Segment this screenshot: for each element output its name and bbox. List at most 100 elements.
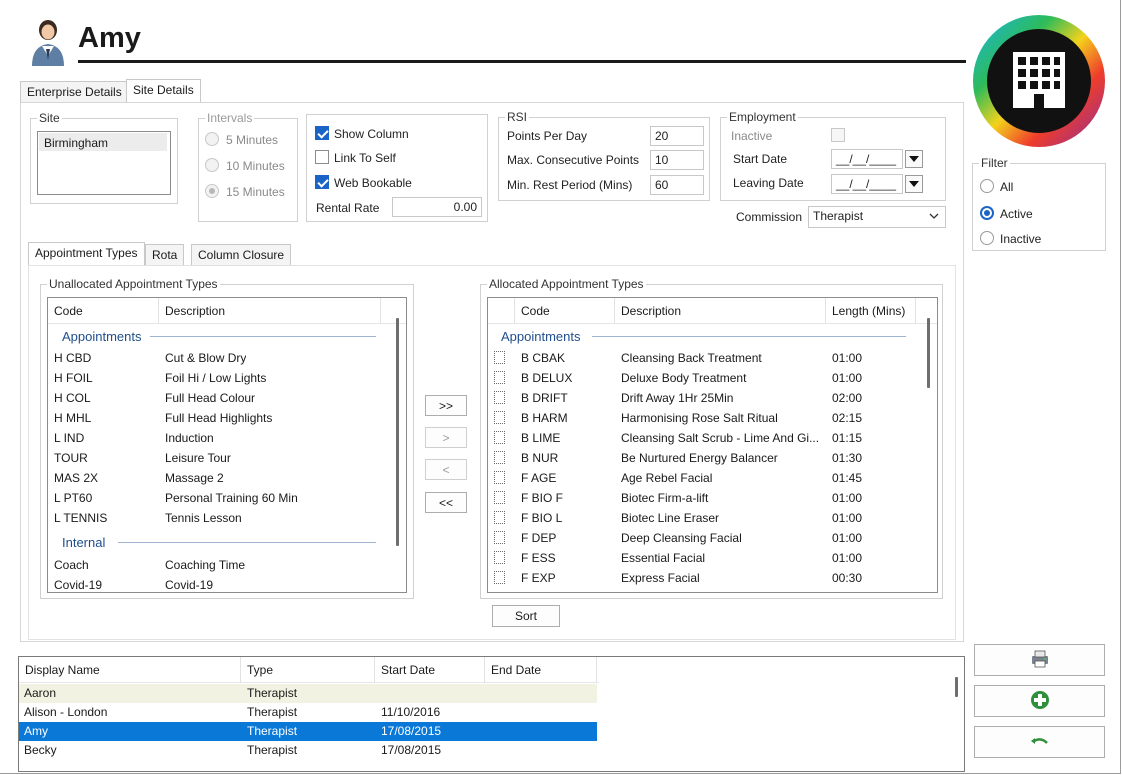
row-description: Personal Training 60 Min [165, 491, 298, 505]
row-length: 01:45 [832, 471, 863, 485]
group-divider [592, 336, 906, 337]
undo-button[interactable] [974, 726, 1105, 758]
filter-inactive-radio[interactable] [980, 231, 994, 245]
rsi-legend: RSI [505, 110, 530, 124]
add-button[interactable] [974, 685, 1105, 717]
row-description: Age Rebel Facial [621, 471, 713, 485]
unallocate-one-button[interactable]: < [425, 459, 467, 480]
tab-appointment-types[interactable]: Appointment Types [28, 242, 145, 266]
row-checkbox[interactable] [494, 451, 505, 464]
unallocated-scrollbar[interactable] [396, 318, 399, 546]
rsi-group: RSI Points Per Day 20 Max. Consecutive P… [498, 110, 710, 201]
commission-select[interactable]: Therapist [808, 206, 946, 228]
interval-10-radio[interactable] [205, 158, 219, 172]
allocated-scrollbar[interactable] [927, 318, 930, 388]
allocated-list[interactable]: Code Description Length (Mins) Appointme… [487, 297, 938, 593]
show-column-label: Show Column [334, 127, 409, 141]
staff-col-end-date[interactable]: End Date [485, 657, 597, 683]
row-checkbox[interactable] [494, 551, 505, 564]
site-list[interactable]: Birmingham [37, 131, 171, 195]
site-list-item-label: Birmingham [44, 136, 109, 150]
row-code: F AGE [521, 471, 557, 485]
row-checkbox[interactable] [494, 471, 505, 484]
start-date-input[interactable]: __/__/____ [831, 149, 903, 169]
table-row[interactable]: Alison - London Therapist 11/10/2016 [19, 703, 597, 722]
group-title-appointments: Appointments [501, 329, 581, 344]
row-checkbox[interactable] [494, 571, 505, 584]
allocate-all-button[interactable]: >> [425, 395, 467, 416]
row-checkbox[interactable] [494, 411, 505, 424]
interval-5-radio[interactable] [205, 132, 219, 146]
employment-legend: Employment [727, 110, 798, 124]
cell-type: Therapist [247, 686, 298, 700]
row-code: L PT60 [54, 491, 93, 505]
start-date-dropdown-icon[interactable] [905, 150, 923, 168]
inactive-label: Inactive [731, 129, 773, 143]
row-description: Leisure Tour [165, 451, 231, 465]
allocated-col-code[interactable]: Code [515, 298, 615, 324]
tab-enterprise-details[interactable]: Enterprise Details [20, 81, 129, 103]
row-checkbox[interactable] [494, 491, 505, 504]
staff-grid-scrollbar[interactable] [955, 677, 958, 697]
rental-rate-input[interactable]: 0.00 [392, 197, 482, 217]
leaving-date-input[interactable]: __/__/____ [831, 174, 903, 194]
leaving-date-dropdown-icon[interactable] [905, 175, 923, 193]
points-per-day-input[interactable]: 20 [650, 126, 704, 146]
cell-end-date [486, 722, 491, 741]
cell-display-name: Amy [24, 724, 48, 738]
group-title-internal: Internal [62, 535, 106, 550]
allocated-col-description[interactable]: Description [615, 298, 826, 324]
sort-button[interactable]: Sort [492, 605, 560, 627]
row-checkbox[interactable] [494, 351, 505, 364]
filter-all-label: All [1000, 180, 1014, 194]
row-description: Deluxe Body Treatment [621, 371, 747, 385]
row-checkbox[interactable] [494, 511, 505, 524]
link-to-self-checkbox[interactable] [315, 150, 329, 164]
tab-column-closure[interactable]: Column Closure [191, 244, 292, 266]
interval-10-label: 10 Minutes [226, 159, 285, 173]
row-checkbox[interactable] [494, 371, 505, 384]
unallocate-all-button[interactable]: << [425, 492, 467, 513]
group-title-appointments: Appointments [62, 329, 142, 344]
filter-active-radio[interactable] [980, 206, 994, 220]
row-code: B LIME [521, 431, 561, 445]
show-column-checkbox[interactable] [315, 126, 329, 140]
interval-15-radio[interactable] [205, 184, 219, 198]
building-logo-icon [972, 14, 1106, 148]
row-description: Biotec Firm-a-lift [621, 491, 709, 505]
row-checkbox[interactable] [494, 531, 505, 544]
unallocated-list[interactable]: Code Description Appointments H CBD Cut &… [47, 297, 407, 593]
unallocated-col-code[interactable]: Code [48, 298, 159, 324]
tab-rota[interactable]: Rota [145, 244, 185, 266]
table-row[interactable]: Aaron Therapist [19, 684, 597, 703]
table-row[interactable]: Becky Therapist 17/08/2015 [19, 741, 597, 760]
row-description: Deep Cleansing Facial [621, 531, 742, 545]
max-consecutive-input[interactable]: 10 [650, 150, 704, 170]
filter-all-radio[interactable] [980, 179, 994, 193]
staff-col-display-name[interactable]: Display Name [19, 657, 241, 683]
print-button[interactable] [974, 644, 1105, 676]
row-code: Covid-19 [54, 578, 103, 592]
staff-col-start-date[interactable]: Start Date [375, 657, 485, 683]
min-rest-input[interactable]: 60 [650, 175, 704, 195]
cell-type: Therapist [247, 724, 298, 738]
tab-site-details[interactable]: Site Details [126, 79, 201, 103]
row-description: Drift Away 1Hr 25Min [621, 391, 734, 405]
allocated-legend: Allocated Appointment Types [487, 277, 646, 291]
staff-col-type[interactable]: Type [241, 657, 375, 683]
site-list-item[interactable]: Birmingham [39, 133, 167, 151]
row-description: Coaching Time [165, 558, 246, 572]
web-bookable-checkbox[interactable] [315, 175, 329, 189]
row-checkbox[interactable] [494, 391, 505, 404]
filter-legend: Filter [979, 156, 1010, 170]
row-length: 01:00 [832, 531, 863, 545]
row-description: Full Head Colour [165, 391, 256, 405]
staff-grid[interactable]: Display Name Type Start Date End Date Aa… [18, 656, 965, 772]
unallocated-col-description[interactable]: Description [159, 298, 381, 324]
table-row-selected[interactable]: Amy Therapist 17/08/2015 [19, 722, 597, 741]
row-code: F ESS [521, 551, 556, 565]
inactive-checkbox[interactable] [831, 128, 845, 142]
row-checkbox[interactable] [494, 431, 505, 444]
allocated-col-length[interactable]: Length (Mins) [826, 298, 916, 324]
allocate-one-button[interactable]: > [425, 427, 467, 448]
